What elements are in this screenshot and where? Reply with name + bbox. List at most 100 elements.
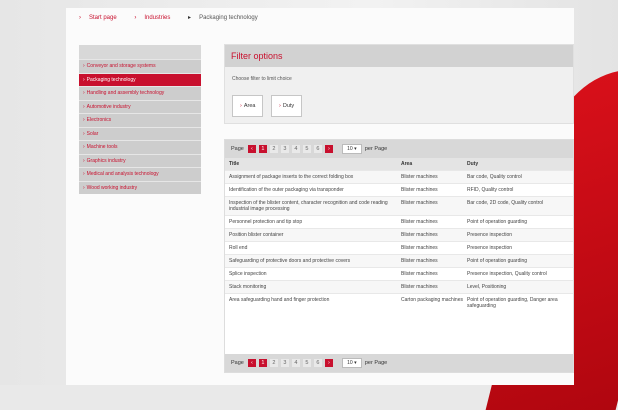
table-row[interactable]: Safeguarding of protective doors and pro… — [225, 254, 573, 267]
sidebar-item-medical[interactable]: › Medical and analysis technology — [79, 167, 201, 181]
table-row[interactable]: Position blister container Blister machin… — [225, 228, 573, 241]
chevron-right-icon: › — [83, 90, 85, 96]
cell-duty: Point of operation guarding, Danger area… — [467, 297, 558, 309]
cell-area: Blister machines — [401, 200, 438, 206]
cell-title[interactable]: Inspection of the blister content, chara… — [225, 197, 401, 215]
cell-area: Blister machines — [401, 187, 438, 193]
cell-area: Blister machines — [401, 219, 438, 225]
chevron-right-icon: › — [79, 15, 81, 21]
sidebar-item-solar[interactable]: › Solar — [79, 126, 201, 140]
table-row[interactable]: Assignment of package inserts to the cor… — [225, 170, 573, 183]
sidebar-item-automotive[interactable]: › Automotive industry — [79, 99, 201, 113]
cell-duty: Bar code, 2D code, Quality control — [467, 200, 544, 206]
filter-hint: Choose filter to limit choice — [232, 76, 292, 82]
cell-duty: Level, Positioning — [467, 284, 507, 290]
pager-page-1[interactable]: 1 — [258, 359, 267, 367]
table-row[interactable]: Roll end Blister machines Presence inspect… — [225, 241, 573, 254]
pagination-top: Page ‹ 1 2 3 4 5 6 › 10 ▾ per Page — [225, 140, 573, 158]
sidebar-nav: › Conveyor and storage systems › Packaging… — [79, 45, 201, 194]
table-row[interactable]: Splice inspection Blister machines Presenc… — [225, 267, 573, 280]
chevron-right-icon: › — [83, 76, 85, 83]
pager-page-3[interactable]: 3 — [280, 359, 289, 367]
chevron-right-icon: › — [83, 144, 85, 150]
pager-prev-button[interactable]: ‹ — [247, 359, 256, 367]
sidebar-item-wood[interactable]: › Wood working industry — [79, 180, 201, 194]
pager-page-1[interactable]: 1 — [258, 145, 267, 153]
sidebar-header — [79, 45, 201, 59]
chevron-right-icon: › — [83, 184, 85, 191]
chevron-right-icon: › — [83, 63, 85, 69]
chevron-right-icon: › — [83, 130, 85, 137]
cell-title[interactable]: Position blister container — [225, 229, 401, 241]
pager-page-3[interactable]: 3 — [280, 145, 289, 153]
table-row[interactable]: Personnel protection and tip stop Blister… — [225, 215, 573, 228]
table-header: Title Area Duty — [225, 158, 573, 170]
breadcrumb: › Start page › Industries ▸ Packaging techn… — [79, 14, 274, 21]
chevron-right-icon: › — [279, 103, 281, 109]
filter-duty-button[interactable]: › Duty — [271, 95, 303, 117]
breadcrumb-item-start[interactable]: › Start page — [79, 15, 125, 21]
column-duty-header[interactable]: Duty — [467, 158, 571, 170]
chevron-right-icon: › — [134, 15, 137, 21]
chevron-right-icon: › — [83, 171, 85, 177]
cell-area: Blister machines — [401, 284, 438, 290]
table-row[interactable]: Inspection of the blister content, chara… — [225, 196, 573, 215]
pager-page-5[interactable]: 5 — [302, 359, 311, 367]
sidebar-item-machine-tools[interactable]: › Machine tools — [79, 140, 201, 154]
table-row[interactable]: Stack monitoring Blister machines Level, P… — [225, 280, 573, 293]
chevron-right-icon: › — [240, 103, 242, 109]
cell-title[interactable]: Stack monitoring — [225, 281, 401, 293]
filter-area-button[interactable]: › Area — [232, 95, 264, 117]
cell-area: Blister machines — [401, 232, 438, 238]
pager-page-4[interactable]: 4 — [291, 145, 300, 153]
pager-label: Page — [231, 360, 244, 366]
chevron-right-icon: ▸ — [188, 15, 192, 21]
cell-title[interactable]: Safeguarding of protective doors and pro… — [225, 255, 401, 267]
per-page-select[interactable]: 10 ▾ — [341, 358, 362, 368]
pagination-bottom: Page ‹ 1 2 3 4 5 6 › 10 ▾ per Page — [225, 354, 573, 372]
pager-page-5[interactable]: 5 — [302, 145, 311, 153]
per-page-label: per Page — [364, 146, 388, 152]
cell-duty: Point of operation guarding — [467, 258, 528, 264]
cell-duty: Bar code, Quality control — [467, 174, 522, 180]
sidebar-item-conveyor[interactable]: › Conveyor and storage systems — [79, 59, 201, 73]
column-area-header[interactable]: Area — [401, 158, 467, 170]
table-body: Assignment of package inserts to the cor… — [225, 170, 573, 312]
pager-prev-button[interactable]: ‹ — [247, 145, 256, 153]
breadcrumb-item-industries[interactable]: › Industries — [134, 15, 178, 21]
cell-duty: Presence inspection — [467, 245, 513, 251]
per-page-label: per Page — [364, 360, 388, 366]
table-row[interactable]: Identification of the outer packaging vi… — [225, 183, 573, 196]
pager-page-6[interactable]: 6 — [313, 359, 322, 367]
cell-title[interactable]: Area safeguarding hand and finger protec… — [225, 294, 401, 312]
cell-area: Blister machines — [401, 258, 438, 264]
pager-page-2[interactable]: 2 — [269, 359, 278, 367]
pager-page-2[interactable]: 2 — [269, 145, 278, 153]
cell-title[interactable]: Assignment of package inserts to the cor… — [225, 171, 401, 183]
cell-duty: Point of operation guarding — [467, 219, 528, 225]
sidebar-item-handling[interactable]: › Handling and assembly technology — [79, 86, 201, 100]
cell-duty: Presence inspection — [467, 232, 513, 238]
column-title-header[interactable]: Title — [225, 158, 401, 170]
pager-page-4[interactable]: 4 — [291, 359, 300, 367]
sidebar-item-packaging[interactable]: › Packaging technology — [79, 72, 201, 86]
cell-title[interactable]: Identification of the outer packaging vi… — [225, 184, 401, 196]
pager-page-6[interactable]: 6 — [313, 145, 322, 153]
pager-label: Page — [231, 146, 244, 152]
cell-title[interactable]: Splice inspection — [225, 268, 401, 280]
cell-duty: RFID, Quality control — [467, 187, 514, 193]
per-page-select[interactable]: 10 ▾ — [341, 144, 362, 154]
cell-title[interactable]: Roll end — [225, 242, 401, 254]
cell-area: Blister machines — [401, 271, 438, 277]
sidebar-item-graphics[interactable]: › Graphics industry — [79, 153, 201, 167]
pager-next-button[interactable]: › — [324, 359, 333, 367]
chevron-right-icon: › — [83, 117, 85, 123]
cell-area: Carton packaging machines — [401, 297, 463, 303]
cell-area: Blister machines — [401, 174, 438, 180]
sidebar-item-electronics[interactable]: › Electronics — [79, 113, 201, 127]
pager-next-button[interactable]: › — [324, 145, 333, 153]
cell-title[interactable]: Personnel protection and tip stop — [225, 216, 401, 228]
cell-duty: Presence inspection, Quality control — [467, 271, 547, 277]
cell-area: Blister machines — [401, 245, 438, 251]
table-row[interactable]: Area safeguarding hand and finger protec… — [225, 293, 573, 312]
